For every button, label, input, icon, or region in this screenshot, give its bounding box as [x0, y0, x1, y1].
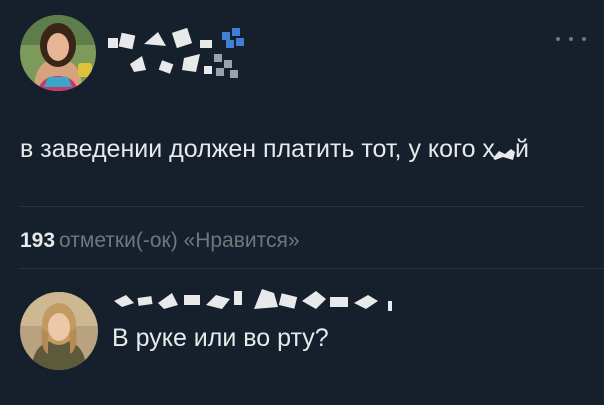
- divider: [20, 268, 604, 269]
- likes-count: 193: [20, 229, 56, 252]
- more-dot: [569, 37, 573, 41]
- divider: [20, 206, 584, 207]
- likes-stat[interactable]: 193 отметки(-ок) «Нравится»: [20, 228, 300, 254]
- more-dot: [556, 37, 560, 41]
- more-dot: [582, 37, 586, 41]
- reply-text: В руке или во рту?: [112, 324, 329, 352]
- reply-author-avatar[interactable]: [20, 292, 98, 370]
- tweet-card: в заведении должен платить тот, у кого х…: [0, 0, 604, 405]
- author-name-redacted: [104, 24, 256, 84]
- more-options-icon[interactable]: [556, 30, 586, 48]
- reply-author-name-redacted: [112, 283, 410, 317]
- author-avatar[interactable]: [20, 15, 96, 91]
- censor-scribble: [492, 149, 515, 160]
- tweet-text: в заведении должен платить тот, у кого х…: [20, 132, 590, 166]
- likes-label: отметки(-ок) «Нравится»: [59, 229, 300, 252]
- tweet-text-tail: й: [514, 135, 529, 163]
- tweet-text-main: в заведении должен платить тот, у кого х: [20, 135, 495, 163]
